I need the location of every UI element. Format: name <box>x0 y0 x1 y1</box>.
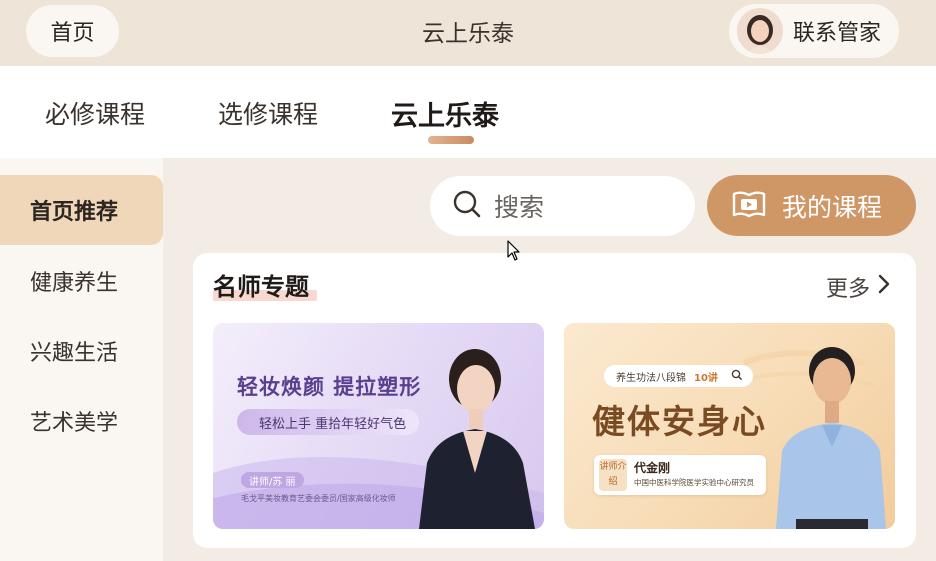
teacher-name: 代金刚 <box>634 461 671 475</box>
tab-yunshang-letai[interactable]: 云上乐泰 <box>391 94 499 133</box>
sidebar-item-hobby-life[interactable]: 兴趣生活 <box>0 316 163 386</box>
search-icon <box>731 369 743 384</box>
avatar <box>737 8 783 54</box>
section-title: 名师专题 <box>213 273 309 301</box>
course-subtitle: 轻松上手 重拾年轻好气色 <box>237 409 419 435</box>
chip-count: 10讲 <box>694 372 718 384</box>
category-sidebar: 首页推荐 健康养生 兴趣生活 艺术美学 <box>0 158 163 561</box>
mouse-cursor-icon <box>507 240 521 266</box>
section-title-wrap: 名师专题 <box>213 267 317 302</box>
famous-teacher-section: 名师专题 更多 轻妆焕颜 提拉塑形 轻松上手 重拾年轻好气色 讲师/苏 丽 毛戈… <box>193 253 916 548</box>
teacher-tag: 讲师/苏 丽 <box>241 472 304 488</box>
sidebar-item-art[interactable]: 艺术美学 <box>0 386 163 456</box>
teacher-intro-tag: 讲师介绍 <box>599 459 627 491</box>
tab-required-courses[interactable]: 必修课程 <box>45 95 145 131</box>
teacher-info-box: 讲师介绍 代金刚 中国中医科学院医学实验中心研究员 <box>594 455 766 495</box>
course-tabs: 必修课程 选修课程 云上乐泰 <box>0 66 936 158</box>
sidebar-item-health[interactable]: 健康养生 <box>0 246 163 316</box>
sidebar-item-home-recommend[interactable]: 首页推荐 <box>0 175 163 245</box>
more-label: 更多 <box>825 277 870 302</box>
course-card-makeup[interactable]: 轻妆焕颜 提拉塑形 轻松上手 重拾年轻好气色 讲师/苏 丽 毛戈平美妆教育艺委会… <box>213 323 544 529</box>
book-video-icon <box>732 190 766 222</box>
active-tab-indicator <box>428 136 474 144</box>
search-input[interactable]: 搜索 <box>430 176 695 236</box>
teacher-credit: 毛戈平美妆教育艺委会委员/国家高级化妆师 <box>241 494 396 503</box>
contact-steward-label: 联系管家 <box>793 21 882 46</box>
my-courses-label: 我的课程 <box>782 192 883 222</box>
tab-elective-courses[interactable]: 选修课程 <box>218 95 318 131</box>
course-headline: 健体安身心 <box>592 402 767 441</box>
contact-steward-button[interactable]: 联系管家 <box>729 4 899 58</box>
search-placeholder: 搜索 <box>494 193 545 222</box>
teacher-org: 中国中医科学院医学实验中心研究员 <box>634 478 754 487</box>
chip-text: 养生功法八段锦 <box>616 372 686 384</box>
course-card-baduanjin[interactable]: 养生功法八段锦 10讲 健体安身心 讲师介绍 代金刚 中国中医科学院医学实验中心… <box>564 323 895 529</box>
chevron-right-icon <box>870 274 890 300</box>
top-bar: 首页 云上乐泰 联系管家 <box>0 0 936 66</box>
more-link[interactable]: 更多 <box>826 271 890 303</box>
course-headline: 轻妆焕颜 提拉塑形 <box>237 375 422 399</box>
search-icon <box>452 189 482 223</box>
my-courses-button[interactable]: 我的课程 <box>707 175 916 236</box>
course-chip: 养生功法八段锦 10讲 <box>604 365 753 387</box>
